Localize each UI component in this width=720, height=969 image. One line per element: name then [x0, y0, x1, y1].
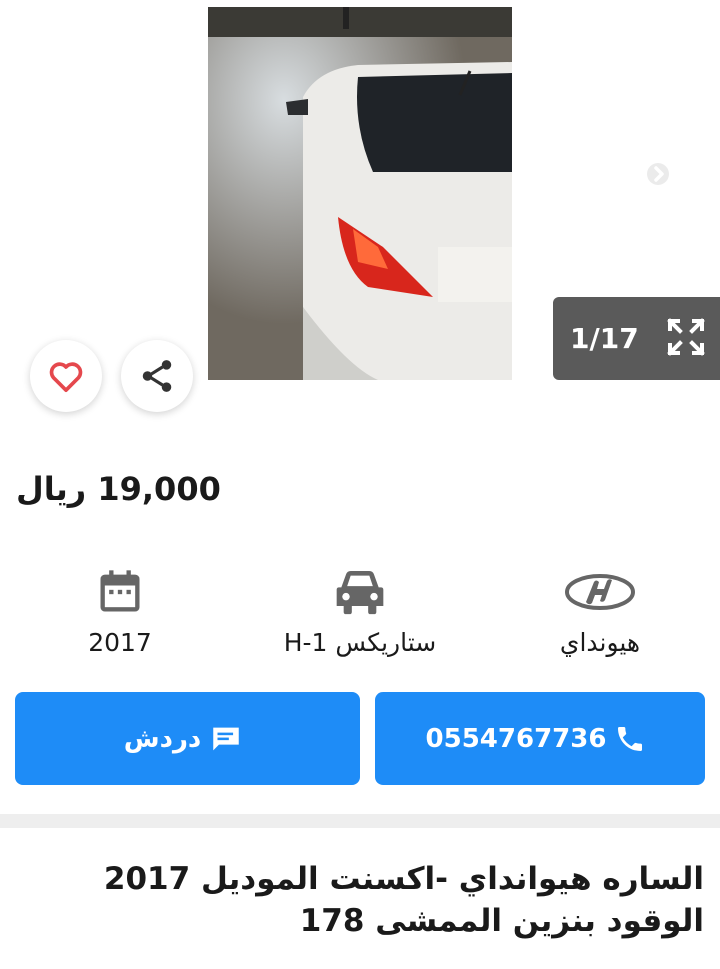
- car-photo[interactable]: [208, 7, 512, 380]
- section-divider: [0, 814, 720, 828]
- phone-icon: [618, 726, 643, 751]
- chevron-right-icon: [647, 163, 669, 185]
- calendar-icon: [100, 570, 140, 612]
- heart-icon: [49, 362, 83, 392]
- spec-make-label: هيونداي: [559, 628, 641, 657]
- image-gallery[interactable]: 1/17: [0, 0, 720, 412]
- spec-model-label: H-1 ستاريكس: [283, 628, 437, 657]
- hyundai-logo-icon: [565, 574, 635, 610]
- chat-button-label: دردش: [123, 723, 202, 754]
- favorite-button[interactable]: [30, 340, 102, 412]
- listing-price: 19,000 ريال: [16, 470, 221, 508]
- car-icon: [336, 571, 384, 615]
- chevron-left-icon: [49, 163, 71, 185]
- expand-icon[interactable]: [666, 317, 706, 357]
- phone-number-label: 0554767736: [425, 723, 607, 754]
- spec-year: 2017: [70, 566, 170, 657]
- share-button[interactable]: [121, 340, 193, 412]
- listing-title: الساره هيوانداي -اكسنت الموديل 2017 الوق…: [103, 861, 704, 939]
- chat-button[interactable]: دردش: [15, 692, 360, 785]
- spec-year-label: 2017: [88, 628, 152, 657]
- photo-counter[interactable]: 1/17: [553, 297, 720, 380]
- car-photo-illustration: [208, 7, 512, 380]
- next-photo-button[interactable]: [642, 158, 674, 190]
- previous-photo-button[interactable]: [44, 158, 76, 190]
- chat-icon: [213, 727, 240, 750]
- photo-counter-label: 1/17: [570, 322, 639, 355]
- call-button[interactable]: 0554767736: [375, 692, 705, 785]
- spec-model: H-1 ستاريكس: [270, 566, 450, 657]
- share-icon: [142, 360, 172, 392]
- spec-make: هيونداي: [540, 566, 660, 657]
